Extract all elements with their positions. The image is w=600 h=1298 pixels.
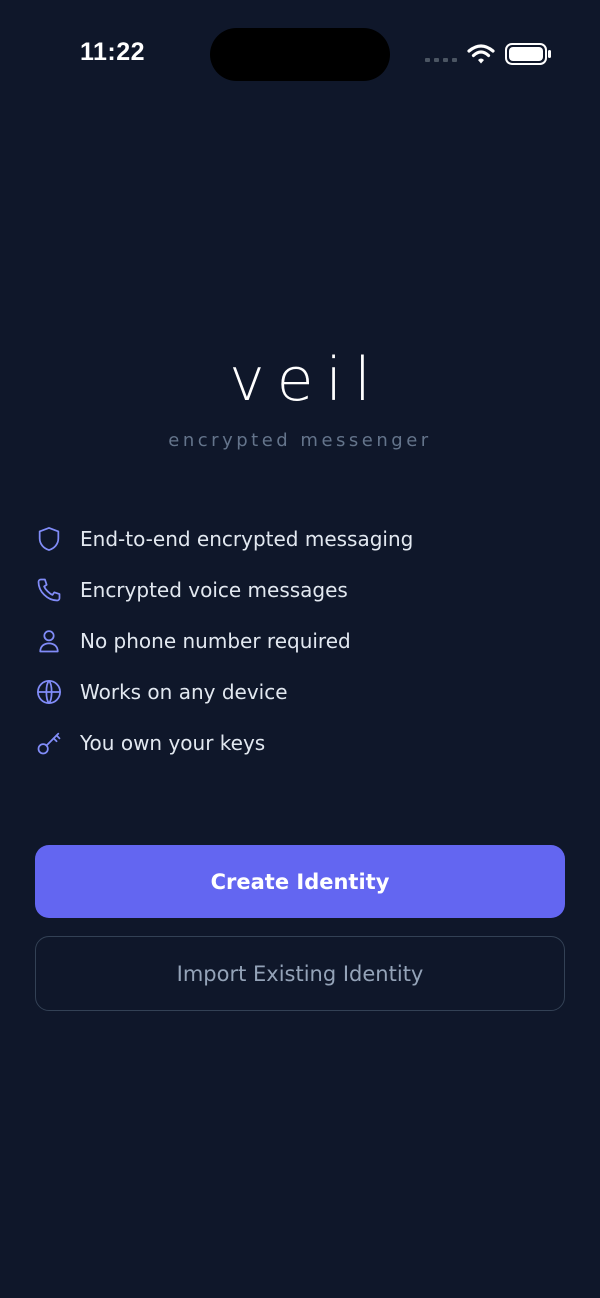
dynamic-island — [210, 28, 390, 81]
feature-item: No phone number required — [34, 615, 566, 666]
status-bar: 11:22 — [0, 0, 600, 110]
user-icon — [34, 626, 64, 656]
feature-label: No phone number required — [80, 628, 351, 653]
feature-item: Works on any device — [34, 666, 566, 717]
status-icons — [425, 40, 555, 70]
import-identity-button[interactable]: Import Existing Identity — [35, 936, 565, 1011]
signal-icon — [425, 58, 457, 62]
app-logo: veil — [229, 345, 383, 415]
key-icon — [34, 728, 64, 758]
status-time: 11:22 — [80, 38, 146, 66]
create-identity-button[interactable]: Create Identity — [35, 845, 565, 918]
phone-icon — [34, 575, 64, 605]
feature-item: Encrypted voice messages — [34, 564, 566, 615]
wifi-icon — [467, 44, 495, 64]
globe-icon — [34, 677, 64, 707]
brand-block: veil encrypted messenger — [0, 340, 600, 451]
feature-list: End-to-end encrypted messaging Encrypted… — [34, 513, 566, 768]
shield-icon — [34, 524, 64, 554]
battery-icon — [505, 43, 551, 65]
feature-label: Works on any device — [80, 679, 288, 704]
feature-label: End-to-end encrypted messaging — [80, 526, 414, 551]
feature-label: Encrypted voice messages — [80, 577, 348, 602]
app-tagline: encrypted messenger — [168, 430, 432, 451]
feature-item: You own your keys — [34, 717, 566, 768]
feature-item: End-to-end encrypted messaging — [34, 513, 566, 564]
feature-label: You own your keys — [80, 730, 266, 755]
